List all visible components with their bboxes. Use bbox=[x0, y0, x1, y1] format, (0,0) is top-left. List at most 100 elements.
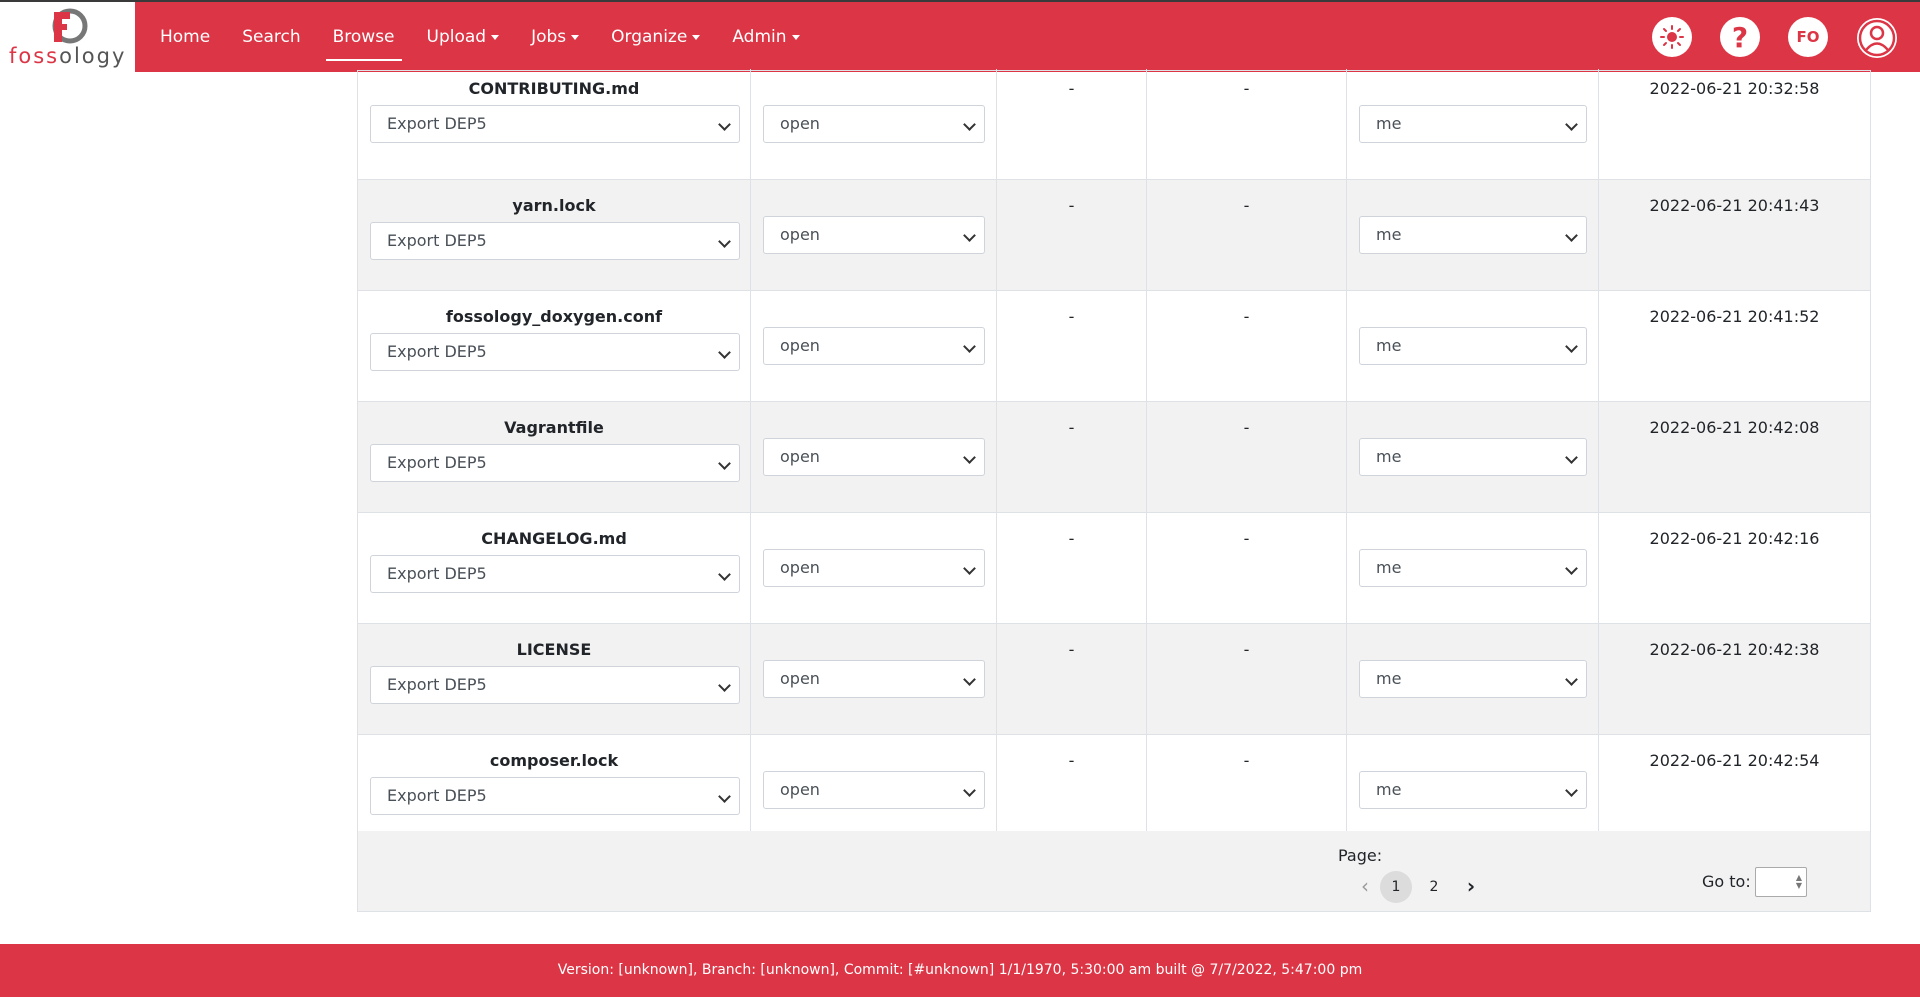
page-1-button[interactable]: 1 bbox=[1380, 871, 1412, 903]
col3-cell: - bbox=[997, 513, 1147, 623]
chevron-down-icon bbox=[963, 340, 976, 353]
top-icons: ? FO bbox=[1624, 17, 1898, 59]
file-name[interactable]: Vagrantfile bbox=[358, 418, 750, 437]
assignee-select-value: me bbox=[1376, 447, 1402, 466]
col4-cell: - bbox=[1147, 624, 1347, 734]
col4-cell: - bbox=[1147, 69, 1347, 179]
assignee-select[interactable]: me bbox=[1359, 438, 1587, 476]
action-select-value: Export DEP5 bbox=[387, 342, 487, 361]
file-name[interactable]: CONTRIBUTING.md bbox=[358, 79, 750, 98]
action-select[interactable]: Export DEP5 bbox=[370, 777, 740, 815]
help-button[interactable]: ? bbox=[1720, 17, 1760, 57]
status-select-value: open bbox=[780, 336, 820, 355]
logo-text: fossology bbox=[9, 44, 127, 68]
chevron-down-icon bbox=[963, 673, 976, 686]
chevron-down-icon bbox=[1565, 340, 1578, 353]
status-cell: open bbox=[751, 180, 997, 290]
col4-cell: - bbox=[1147, 402, 1347, 512]
assignee-select[interactable]: me bbox=[1359, 327, 1587, 365]
status-select[interactable]: open bbox=[763, 327, 985, 365]
chevron-down-icon bbox=[963, 229, 976, 242]
chevron-left-icon[interactable]: ‹ bbox=[1350, 871, 1380, 901]
assignee-select-value: me bbox=[1376, 558, 1402, 577]
col3-cell: - bbox=[997, 402, 1147, 512]
upload-date: 2022-06-21 20:42:16 bbox=[1649, 529, 1820, 548]
nav-admin[interactable]: Admin bbox=[732, 19, 799, 55]
chevron-down-icon bbox=[963, 562, 976, 575]
col3-value: - bbox=[1068, 418, 1075, 437]
col3-value: - bbox=[1068, 196, 1075, 215]
status-select[interactable]: open bbox=[763, 771, 985, 809]
fossology-logo-icon bbox=[52, 8, 88, 44]
user-circle-icon[interactable] bbox=[1856, 17, 1898, 59]
assignee-select-value: me bbox=[1376, 336, 1402, 355]
col4-value: - bbox=[1243, 751, 1250, 770]
file-name[interactable]: composer.lock bbox=[358, 751, 750, 770]
uploads-table: CONTRIBUTING.md Export DEP5 open - - me … bbox=[357, 69, 1871, 912]
file-name[interactable]: yarn.lock bbox=[358, 196, 750, 215]
chevron-down-icon bbox=[1565, 562, 1578, 575]
status-select-value: open bbox=[780, 558, 820, 577]
user-initials-button[interactable]: FO bbox=[1788, 17, 1828, 57]
col4-cell: - bbox=[1147, 735, 1347, 845]
status-select[interactable]: open bbox=[763, 216, 985, 254]
status-cell: open bbox=[751, 624, 997, 734]
chevron-down-icon bbox=[718, 568, 731, 581]
assignee-select[interactable]: me bbox=[1359, 105, 1587, 143]
theme-toggle-button[interactable] bbox=[1652, 17, 1692, 57]
status-select[interactable]: open bbox=[763, 105, 985, 143]
chevron-down-icon bbox=[718, 235, 731, 248]
table-row: fossology_doxygen.conf Export DEP5 open … bbox=[358, 291, 1870, 402]
action-select[interactable]: Export DEP5 bbox=[370, 333, 740, 371]
assignee-select[interactable]: me bbox=[1359, 216, 1587, 254]
page-2-button[interactable]: 2 bbox=[1418, 871, 1450, 903]
table-row: Vagrantfile Export DEP5 open - - me 2022… bbox=[358, 402, 1870, 513]
action-select[interactable]: Export DEP5 bbox=[370, 105, 740, 143]
status-cell: open bbox=[751, 735, 997, 845]
chevron-down-icon bbox=[963, 784, 976, 797]
file-name[interactable]: fossology_doxygen.conf bbox=[358, 307, 750, 326]
action-select[interactable]: Export DEP5 bbox=[370, 222, 740, 260]
col4-value: - bbox=[1243, 529, 1250, 548]
nav-upload[interactable]: Upload bbox=[427, 19, 500, 55]
nav-browse[interactable]: Browse bbox=[325, 19, 402, 61]
action-select[interactable]: Export DEP5 bbox=[370, 555, 740, 593]
chevron-down-icon bbox=[718, 346, 731, 359]
file-name[interactable]: CHANGELOG.md bbox=[358, 529, 750, 548]
date-cell: 2022-06-21 20:42:08 bbox=[1599, 402, 1870, 512]
assignee-select[interactable]: me bbox=[1359, 549, 1587, 587]
col3-cell: - bbox=[997, 69, 1147, 179]
nav-organize[interactable]: Organize bbox=[611, 19, 700, 55]
chevron-right-icon[interactable]: › bbox=[1456, 871, 1486, 901]
status-select[interactable]: open bbox=[763, 549, 985, 587]
action-select[interactable]: Export DEP5 bbox=[370, 666, 740, 704]
chevron-down-icon bbox=[963, 118, 976, 131]
action-select[interactable]: Export DEP5 bbox=[370, 444, 740, 482]
date-cell: 2022-06-21 20:42:16 bbox=[1599, 513, 1870, 623]
assignee-select-value: me bbox=[1376, 780, 1402, 799]
status-select[interactable]: open bbox=[763, 660, 985, 698]
chevron-down-icon bbox=[718, 457, 731, 470]
logo[interactable]: fossology bbox=[0, 2, 135, 72]
col3-cell: - bbox=[997, 291, 1147, 401]
col4-value: - bbox=[1243, 196, 1250, 215]
status-cell: open bbox=[751, 513, 997, 623]
assignee-cell: me bbox=[1347, 624, 1599, 734]
file-name[interactable]: LICENSE bbox=[358, 640, 750, 659]
status-select-value: open bbox=[780, 780, 820, 799]
assignee-select[interactable]: me bbox=[1359, 660, 1587, 698]
table-row: yarn.lock Export DEP5 open - - me 2022-0… bbox=[358, 180, 1870, 291]
goto-page-input[interactable]: ▲ ▼ bbox=[1755, 867, 1807, 897]
assignee-cell: me bbox=[1347, 513, 1599, 623]
assignee-select[interactable]: me bbox=[1359, 771, 1587, 809]
table-row: CONTRIBUTING.md Export DEP5 open - - me … bbox=[358, 69, 1870, 180]
assignee-cell: me bbox=[1347, 69, 1599, 179]
status-cell: open bbox=[751, 402, 997, 512]
upload-date: 2022-06-21 20:42:54 bbox=[1649, 751, 1820, 770]
status-select[interactable]: open bbox=[763, 438, 985, 476]
col3-value: - bbox=[1068, 751, 1075, 770]
nav-search[interactable]: Search bbox=[242, 19, 300, 55]
nav-jobs[interactable]: Jobs bbox=[531, 19, 579, 55]
assignee-cell: me bbox=[1347, 180, 1599, 290]
nav-home[interactable]: Home bbox=[160, 19, 210, 55]
